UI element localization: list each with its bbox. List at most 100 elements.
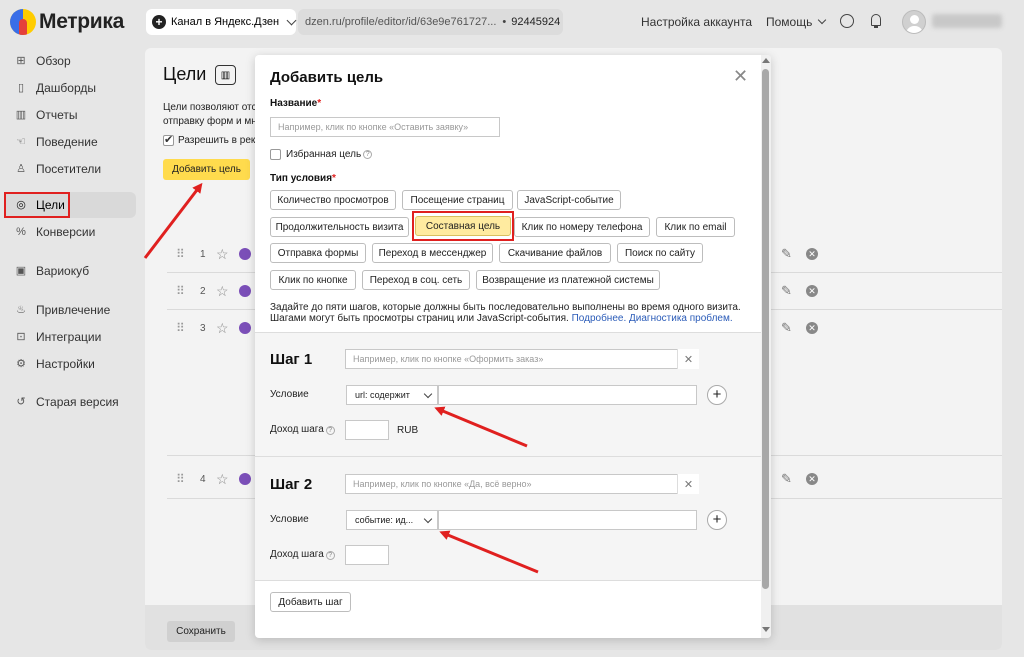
add-goal-button[interactable]: Добавить цель: [163, 159, 250, 180]
step-1-condition-select[interactable]: url: содержит: [346, 385, 438, 405]
scroll-up-arrow-icon[interactable]: [762, 58, 770, 63]
edit-icon[interactable]: ✎: [781, 283, 792, 299]
counter-select[interactable]: + Канал в Яндекс.Дзен: [146, 9, 297, 35]
annotation-highlight-composite: [412, 211, 514, 241]
avatar[interactable]: [902, 10, 926, 34]
step-1-income-input[interactable]: [345, 420, 389, 440]
diagnostics-link[interactable]: Диагностика проблем.: [629, 313, 733, 324]
goal-number: 3: [200, 323, 206, 334]
sidebar-item-old-version[interactable]: ↺ Старая версия: [4, 389, 136, 415]
more-link[interactable]: Подробнее.: [572, 313, 627, 324]
step-1-condition-value-input[interactable]: [438, 385, 697, 405]
step-2-condition-value-input[interactable]: [438, 510, 697, 530]
clear-icon[interactable]: ✕: [677, 349, 699, 369]
star-icon[interactable]: ☆: [216, 320, 229, 337]
favorite-goal-checkbox[interactable]: Избранная цель ?: [270, 149, 373, 160]
goal-name-input[interactable]: Например, клик по кнопке «Оставить заявк…: [270, 117, 500, 137]
checkbox-unchecked: [270, 149, 281, 160]
star-icon[interactable]: ☆: [216, 246, 229, 263]
sidebar-item-label: Обзор: [36, 54, 71, 68]
sidebar-item-visitors[interactable]: ♙ Посетители: [4, 156, 136, 182]
name-label-text: Название: [270, 98, 318, 109]
type-button-click[interactable]: Клик по кнопке: [270, 270, 356, 290]
type-messenger[interactable]: Переход в мессенджер: [372, 243, 493, 263]
sidebar-item-integrations[interactable]: ⊡ Интеграции: [4, 324, 136, 350]
type-phone-click[interactable]: Клик по номеру телефона: [514, 217, 650, 237]
type-email-click[interactable]: Клик по email: [656, 217, 735, 237]
type-visit-duration[interactable]: Продолжительность визита: [270, 217, 409, 237]
sidebar-item-settings[interactable]: ⚙ Настройки: [4, 351, 136, 377]
search-goal-icon: [239, 285, 251, 297]
edit-icon[interactable]: ✎: [781, 320, 792, 336]
sidebar-item-conversions[interactable]: % Конверсии: [4, 219, 136, 245]
allow-in-ads-checkbox[interactable]: Разрешить в рекл: [163, 133, 261, 146]
help-menu[interactable]: Помощь: [766, 15, 827, 29]
metrika-logo[interactable]: Метрика: [10, 9, 124, 35]
star-icon[interactable]: ☆: [216, 471, 229, 488]
type-js-event[interactable]: JavaScript-событие: [517, 190, 621, 210]
step-2-income-input[interactable]: [345, 545, 389, 565]
account-settings-link[interactable]: Настройка аккаунта: [641, 15, 752, 29]
step-2-condition-select[interactable]: событие: ид...: [346, 510, 438, 530]
delete-icon[interactable]: ✕: [806, 473, 818, 485]
variocube-icon: ▣: [15, 265, 27, 277]
delete-icon[interactable]: ✕: [806, 285, 818, 297]
help-icon[interactable]: ?: [325, 551, 335, 560]
step-1-name-input[interactable]: Например, клик по кнопке «Оформить заказ…: [345, 349, 699, 369]
condition-type-label: Тип условия*: [270, 173, 336, 184]
bell-icon[interactable]: [870, 14, 882, 28]
top-bar: Метрика + Канал в Яндекс.Дзен dzen.ru/pr…: [0, 0, 1024, 44]
metrika-logo-icon: [10, 9, 36, 35]
sidebar-item-label: Посетители: [36, 162, 102, 176]
clear-icon[interactable]: ✕: [677, 474, 699, 494]
type-page-visit[interactable]: Посещение страниц: [402, 190, 513, 210]
add-condition-button[interactable]: +: [707, 510, 727, 530]
scroll-down-arrow-icon[interactable]: [762, 627, 770, 632]
save-button[interactable]: Сохранить: [167, 621, 235, 642]
close-icon[interactable]: ✕: [733, 67, 748, 85]
delete-icon[interactable]: ✕: [806, 322, 818, 334]
sidebar-item-acquisition[interactable]: ♨ Привлечение: [4, 297, 136, 323]
drag-handle-icon[interactable]: ⠿: [176, 248, 185, 260]
book-icon[interactable]: ▥: [215, 65, 236, 85]
counter-url-box: dzen.ru/profile/editor/id/63e9e761727...…: [298, 9, 563, 35]
edit-icon[interactable]: ✎: [781, 471, 792, 487]
sidebar-item-reports[interactable]: ▥ Отчеты: [4, 102, 136, 128]
sidebar-item-behavior[interactable]: ☜ Поведение: [4, 129, 136, 155]
step-2-condition-label: Условие: [270, 514, 309, 525]
income-label-text: Доход шага: [270, 424, 324, 435]
steps-note-text: Шагами могут быть просмотры страниц или …: [270, 313, 569, 324]
counter-url: dzen.ru/profile/editor/id/63e9e761727...: [305, 16, 497, 28]
drag-handle-icon[interactable]: ⠿: [176, 473, 185, 485]
edit-icon[interactable]: ✎: [781, 246, 792, 262]
drag-handle-icon[interactable]: ⠿: [176, 285, 185, 297]
drag-handle-icon[interactable]: ⠿: [176, 322, 185, 334]
chat-icon[interactable]: [840, 14, 854, 28]
type-social[interactable]: Переход в соц. сеть: [362, 270, 470, 290]
add-condition-button[interactable]: +: [707, 385, 727, 405]
sidebar-item-dashboards[interactable]: ▯ Дашборды: [4, 75, 136, 101]
counter-name: Канал в Яндекс.Дзен: [171, 16, 280, 28]
help-label: Помощь: [766, 15, 813, 29]
step-1-condition-label: Условие: [270, 389, 309, 400]
scrollbar-thumb[interactable]: [762, 69, 769, 589]
sidebar-item-label: Отчеты: [36, 108, 78, 122]
add-goal-modal: Добавить цель ✕ Название* Например, клик…: [255, 55, 771, 638]
visitors-icon: ♙: [16, 163, 26, 175]
help-icon[interactable]: ?: [325, 426, 335, 435]
separator-dot: •: [502, 16, 507, 28]
sidebar-item-variocube[interactable]: ▣ Вариокуб: [4, 258, 136, 284]
type-file-download[interactable]: Скачивание файлов: [499, 243, 611, 263]
help-icon[interactable]: ?: [363, 150, 373, 159]
goal-number: 2: [200, 286, 206, 297]
type-site-search[interactable]: Поиск по сайту: [617, 243, 703, 263]
type-form-submit[interactable]: Отправка формы: [270, 243, 366, 263]
add-step-button[interactable]: Добавить шаг: [270, 592, 351, 612]
step-2-name-input[interactable]: Например, клик по кнопке «Да, всё верно»: [345, 474, 699, 494]
type-pageviews[interactable]: Количество просмотров: [270, 190, 396, 210]
behavior-icon: ☜: [16, 136, 26, 148]
sidebar-item-overview[interactable]: ⊞ Обзор: [4, 48, 136, 74]
star-icon[interactable]: ☆: [216, 283, 229, 300]
type-payment-return[interactable]: Возвращение из платежной системы: [476, 270, 660, 290]
delete-icon[interactable]: ✕: [806, 248, 818, 260]
